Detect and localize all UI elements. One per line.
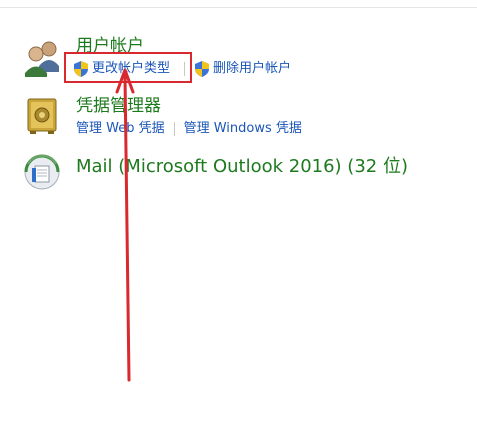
annotation-arrow <box>115 68 135 382</box>
